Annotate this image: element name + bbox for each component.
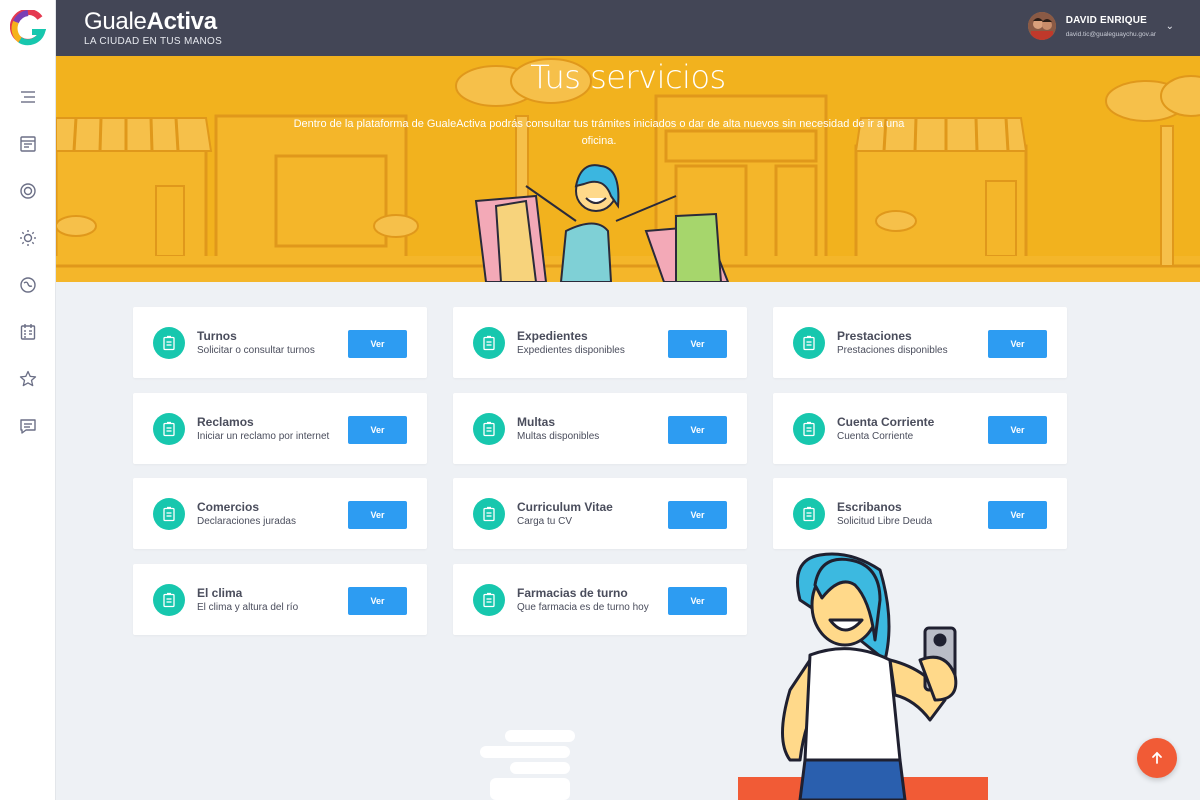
service-card-farmacias: Farmacias de turno Que farmacia es de tu… [453, 564, 747, 635]
brand-name-part2: Activa [146, 8, 218, 35]
ver-button[interactable]: Ver [668, 501, 727, 529]
service-title: Curriculum Vitae [517, 500, 613, 514]
service-title: Comercios [197, 500, 260, 514]
brand[interactable]: GualeActiva LA CIUDAD EN TUS MANOS [84, 9, 223, 48]
ver-button[interactable]: Ver [988, 501, 1047, 529]
hero-banner: Tus servicios Dentro de la plataforma de… [56, 56, 1200, 282]
ver-button[interactable]: Ver [348, 416, 407, 444]
user-name: DAVID ENRIQUE [1065, 14, 1147, 26]
clipboard-icon [153, 584, 185, 616]
user-email: david.tic@gualeguaychu.gov.ar [1065, 30, 1156, 38]
clipboard-icon [473, 413, 505, 445]
service-card-cuenta-corriente: Cuenta Corriente Cuenta Corriente Ver [773, 393, 1067, 464]
sidebar [0, 0, 56, 800]
page-description: Dentro de la plataforma de GualeActiva p… [293, 118, 905, 147]
ver-button[interactable]: Ver [668, 416, 727, 444]
clipboard-icon [473, 584, 505, 616]
chevron-down-icon[interactable]: ⌄ [1166, 21, 1174, 32]
service-card-comercios: Comercios Declaraciones juradas Ver [133, 478, 427, 549]
service-title: Turnos [197, 329, 237, 343]
service-card-escribanos: Escribanos Solicitud Libre Deuda Ver [773, 478, 1067, 549]
service-subtitle: Prestaciones disponibles [837, 345, 948, 356]
clipboard-icon [793, 413, 825, 445]
page-title: Tus servicios [530, 58, 726, 96]
ver-button[interactable]: Ver [988, 330, 1047, 358]
service-title: Expedientes [517, 329, 588, 343]
service-subtitle: Multas disponibles [517, 431, 600, 442]
scroll-to-top-button[interactable] [1137, 738, 1177, 778]
sidebar-item-menu[interactable] [0, 73, 56, 120]
service-title: Prestaciones [837, 329, 912, 343]
user-photo-icon [1027, 12, 1056, 40]
brand-tagline: LA CIUDAD EN TUS MANOS [84, 36, 223, 47]
top-header: GualeActiva LA CIUDAD EN TUS MANOS DAVID… [56, 0, 1200, 56]
sidebar-item-calendar[interactable] [0, 308, 56, 355]
ver-button[interactable]: Ver [348, 587, 407, 615]
service-subtitle: Que farmacia es de turno hoy [517, 602, 649, 613]
service-card-curriculum: Curriculum Vitae Carga tu CV Ver [453, 478, 747, 549]
service-title: Farmacias de turno [517, 586, 628, 600]
sidebar-item-target[interactable] [0, 167, 56, 214]
ver-button[interactable]: Ver [668, 587, 727, 615]
chat-icon [20, 418, 36, 434]
clipboard-icon [793, 327, 825, 359]
clipboard-icon [473, 327, 505, 359]
sidebar-item-messages[interactable] [0, 402, 56, 449]
service-subtitle: Declaraciones juradas [197, 516, 296, 527]
service-card-expedientes: Expedientes Expedientes disponibles Ver [453, 307, 747, 378]
sun-icon [20, 229, 36, 246]
service-title: Escribanos [837, 500, 902, 514]
brand-name: GualeActiva [84, 9, 222, 35]
service-subtitle: Cuenta Corriente [837, 431, 914, 442]
arrow-up-icon [1152, 751, 1162, 764]
service-card-turnos: Turnos Solicitar o consultar turnos Ver [133, 307, 427, 378]
g-logo-icon [10, 10, 46, 46]
service-subtitle: Solicitud Libre Deuda [837, 516, 933, 527]
service-subtitle: Carga tu CV [517, 516, 573, 527]
service-subtitle: El clima y altura del río [197, 602, 299, 613]
service-title: El clima [197, 586, 243, 600]
clipboard-icon [153, 498, 185, 530]
service-subtitle: Expedientes disponibles [517, 345, 625, 356]
avatar [1027, 12, 1056, 40]
sidebar-item-globe[interactable] [0, 261, 56, 308]
service-subtitle: Solicitar o consultar turnos [197, 345, 315, 356]
brand-name-part1: Guale [84, 8, 147, 35]
service-subtitle: Iniciar un reclamo por internet [197, 431, 330, 442]
service-title: Reclamos [197, 415, 254, 429]
service-title: Cuenta Corriente [837, 415, 935, 429]
ver-button[interactable]: Ver [348, 330, 407, 358]
service-card-prestaciones: Prestaciones Prestaciones disponibles Ve… [773, 307, 1067, 378]
clipboard-icon [153, 413, 185, 445]
calendar-icon [20, 323, 36, 340]
target-circle-icon [20, 182, 36, 199]
app-logo[interactable] [0, 0, 56, 56]
service-card-multas: Multas Multas disponibles Ver [453, 393, 747, 464]
star-icon [19, 370, 37, 386]
service-title: Multas [517, 415, 556, 429]
sidebar-item-browser[interactable] [0, 120, 56, 167]
ver-button[interactable]: Ver [988, 416, 1047, 444]
sidebar-item-weather[interactable] [0, 214, 56, 261]
user-menu[interactable]: DAVID ENRIQUE david.tic@gualeguaychu.gov… [1027, 12, 1174, 40]
service-card-clima: El clima El clima y altura del río Ver [133, 564, 427, 635]
ver-button[interactable]: Ver [668, 330, 727, 358]
browser-window-icon [20, 135, 36, 152]
service-card-reclamos: Reclamos Iniciar un reclamo por internet… [133, 393, 427, 464]
ver-button[interactable]: Ver [348, 501, 407, 529]
clipboard-icon [153, 327, 185, 359]
sidebar-item-favorites[interactable] [0, 355, 56, 402]
globe-icon [20, 276, 36, 293]
clipboard-icon [473, 498, 505, 530]
menu-lines-icon [21, 90, 35, 103]
clipboard-icon [793, 498, 825, 530]
